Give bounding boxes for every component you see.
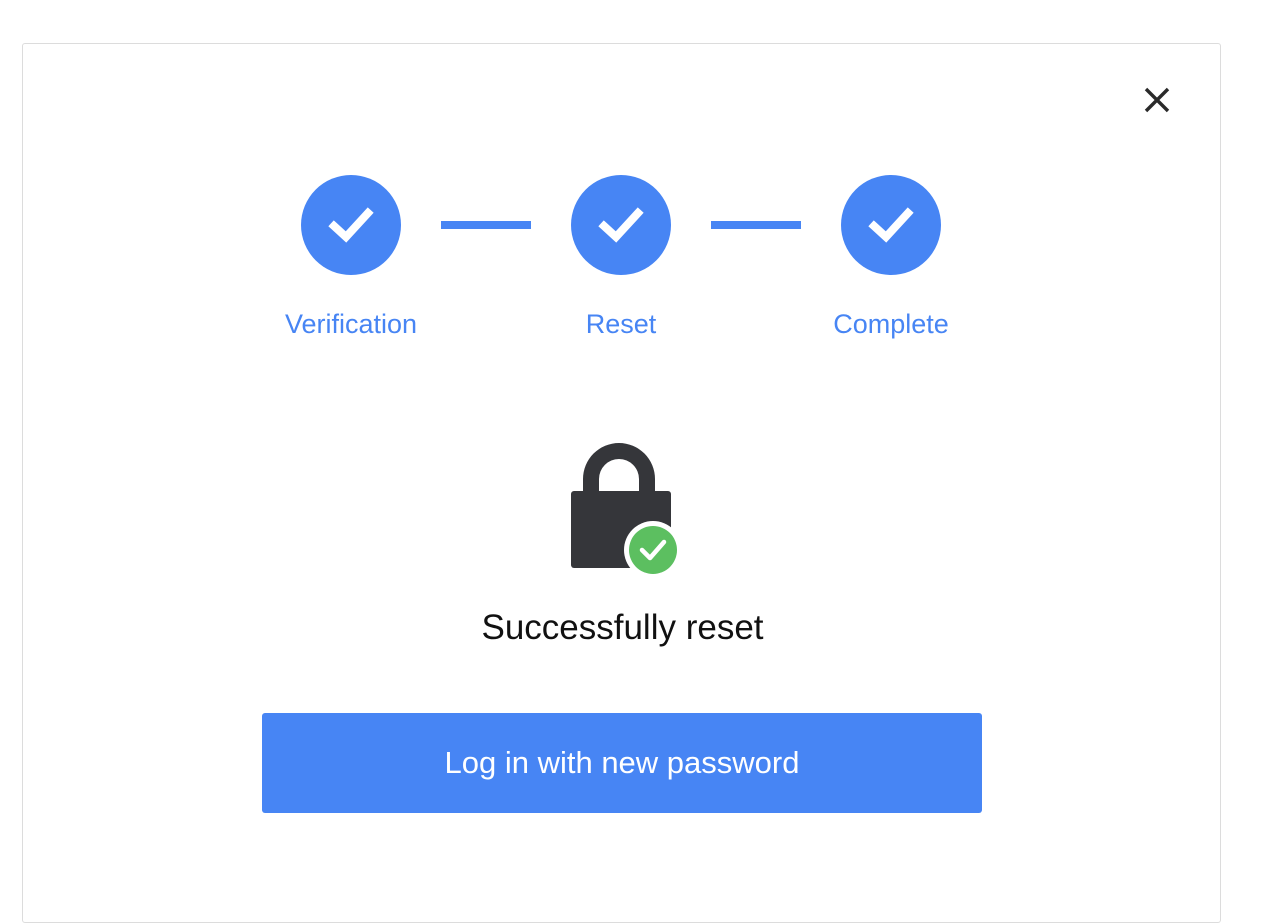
success-message: Successfully reset xyxy=(481,608,764,647)
close-button[interactable] xyxy=(1141,84,1173,116)
step-connector xyxy=(441,221,531,229)
check-icon xyxy=(598,207,644,243)
step-reset-indicator xyxy=(571,175,671,275)
step-verification-indicator xyxy=(301,175,401,275)
step-label-verification: Verification xyxy=(284,309,418,339)
step-complete-indicator xyxy=(841,175,941,275)
step-label-reset: Reset xyxy=(585,309,657,339)
password-reset-dialog: Verification Reset Complete Successfully… xyxy=(22,43,1221,923)
login-with-new-password-button[interactable]: Log in with new password xyxy=(262,713,982,813)
lock-success-icon xyxy=(569,439,681,579)
step-label-complete: Complete xyxy=(833,309,949,339)
check-icon xyxy=(328,207,374,243)
step-connector xyxy=(711,221,801,229)
close-icon[interactable] xyxy=(1141,84,1173,116)
check-icon xyxy=(868,207,914,243)
